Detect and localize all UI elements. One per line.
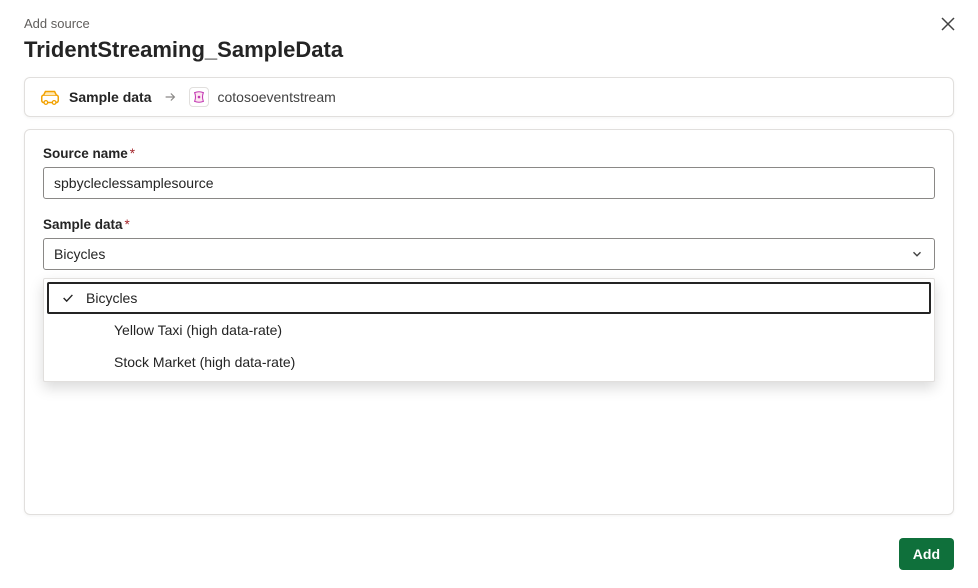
sample-data-icon	[39, 86, 61, 108]
required-marker: *	[130, 146, 135, 161]
sample-data-dropdown: Bicycles Yellow Taxi (high data-rate) St…	[43, 278, 935, 382]
breadcrumb-source-label: Sample data	[69, 89, 151, 105]
form-card: Source name* Sample data* Bicycles Bicyc…	[24, 129, 954, 515]
sample-data-label-text: Sample data	[43, 217, 123, 232]
sample-data-label: Sample data*	[43, 217, 935, 232]
add-source-dialog: Add source TridentStreaming_SampleData S…	[0, 0, 978, 588]
check-icon	[60, 291, 76, 305]
dropdown-option-label: Stock Market (high data-rate)	[86, 354, 295, 370]
breadcrumb-destination-label: cotosoeventstream	[217, 89, 335, 105]
close-icon	[940, 16, 956, 37]
breadcrumb-source: Sample data	[39, 86, 151, 108]
dialog-title: TridentStreaming_SampleData	[24, 37, 954, 63]
source-name-label: Source name*	[43, 146, 935, 161]
dialog-subtitle: Add source	[24, 16, 954, 31]
sample-data-selected-value: Bicycles	[54, 246, 105, 262]
breadcrumb-destination: cotosoeventstream	[189, 87, 335, 107]
source-name-input[interactable]	[43, 167, 935, 199]
close-button[interactable]	[934, 12, 962, 40]
breadcrumb: Sample data cotosoeventstream	[24, 77, 954, 117]
dropdown-option-yellow-taxi[interactable]: Yellow Taxi (high data-rate)	[44, 314, 934, 346]
required-marker: *	[125, 217, 130, 232]
dropdown-option-label: Yellow Taxi (high data-rate)	[86, 322, 282, 338]
chevron-down-icon	[910, 247, 924, 261]
dialog-footer: Add	[899, 538, 954, 570]
dropdown-option-bicycles[interactable]: Bicycles	[47, 282, 931, 314]
source-name-label-text: Source name	[43, 146, 128, 161]
dropdown-option-label: Bicycles	[86, 290, 137, 306]
arrow-right-icon	[163, 90, 177, 104]
sample-data-select[interactable]: Bicycles	[43, 238, 935, 270]
add-button[interactable]: Add	[899, 538, 954, 570]
eventstream-icon	[189, 87, 209, 107]
dropdown-option-stock-market[interactable]: Stock Market (high data-rate)	[44, 346, 934, 378]
